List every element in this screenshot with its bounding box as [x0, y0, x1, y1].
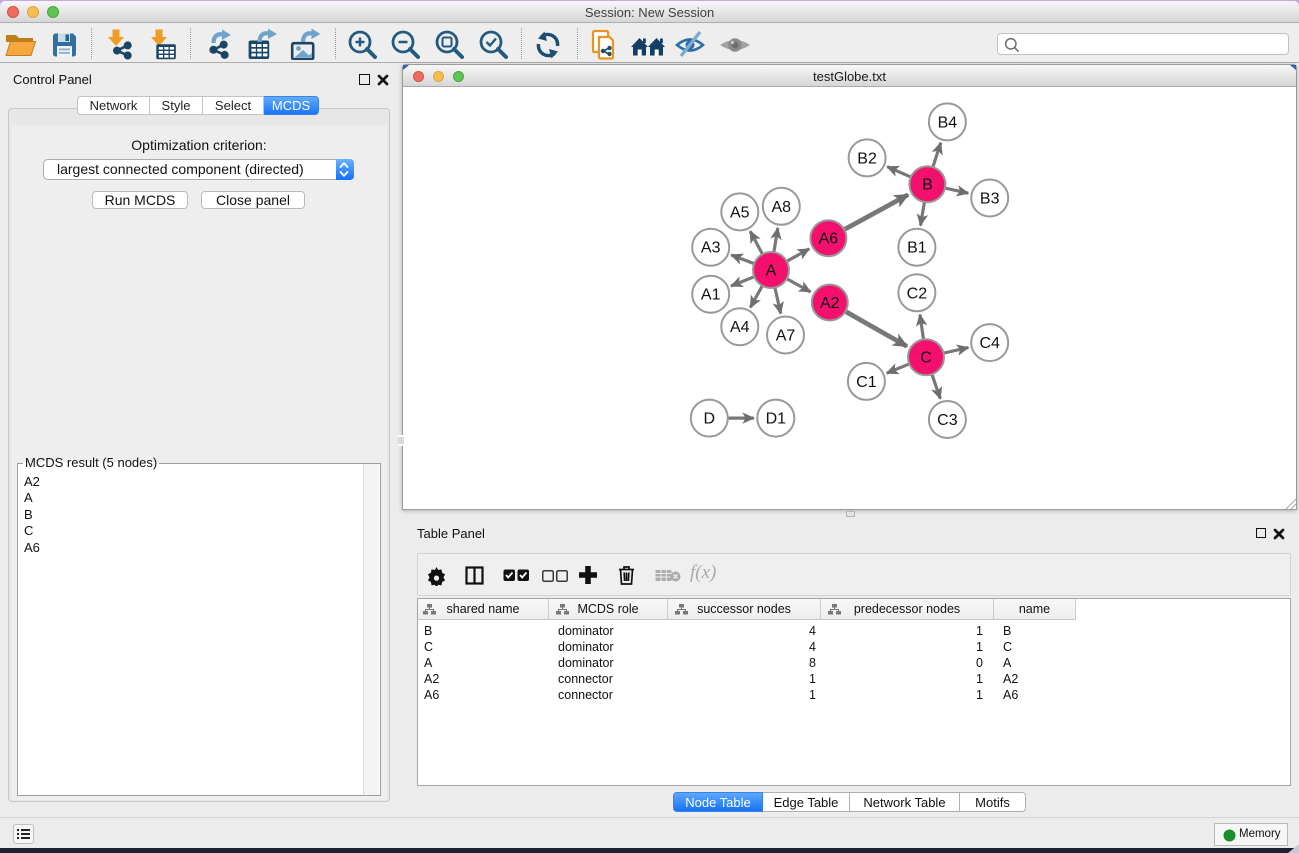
- svg-text:B4: B4: [938, 114, 958, 131]
- svg-text:C1: C1: [856, 374, 877, 391]
- svg-text:A1: A1: [701, 287, 721, 304]
- svg-text:B2: B2: [857, 150, 877, 167]
- svg-text:A: A: [766, 263, 777, 280]
- svg-text:A6: A6: [819, 231, 839, 248]
- svg-text:A2: A2: [820, 295, 840, 312]
- svg-text:D: D: [704, 411, 716, 428]
- svg-text:C4: C4: [979, 335, 1000, 352]
- svg-text:C2: C2: [907, 285, 928, 302]
- svg-text:D1: D1: [766, 411, 787, 428]
- svg-text:A3: A3: [701, 240, 721, 257]
- svg-text:A5: A5: [730, 204, 750, 221]
- svg-text:C3: C3: [937, 412, 958, 429]
- svg-text:A4: A4: [730, 319, 750, 336]
- svg-text:B: B: [922, 177, 933, 194]
- svg-text:B1: B1: [907, 240, 927, 257]
- svg-text:A8: A8: [772, 199, 792, 216]
- svg-text:B3: B3: [980, 191, 1000, 208]
- svg-text:C: C: [920, 350, 932, 367]
- svg-text:A7: A7: [776, 328, 796, 345]
